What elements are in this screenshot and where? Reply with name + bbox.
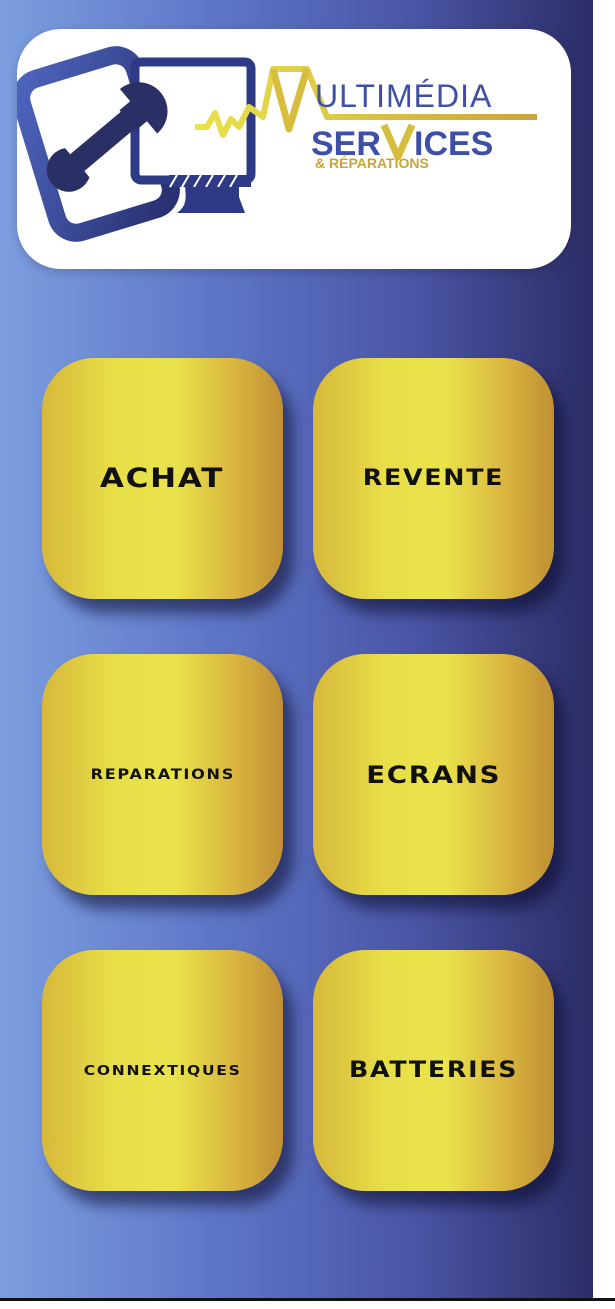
menu-tile-reparations[interactable]: REPARATIONS xyxy=(42,654,283,895)
logo-text-line3: & RÉPARATIONS xyxy=(315,155,429,171)
menu-tile-label: CONNEXTIQUES xyxy=(83,1062,242,1079)
logo-v-mark xyxy=(380,123,416,161)
menu-tile-label: ECRANS xyxy=(365,760,502,789)
main-panel: ULTIMÉDIA SER ICES & RÉPARATIONS ACHAT R… xyxy=(0,0,593,1300)
menu-tile-revente[interactable]: REVENTE xyxy=(313,358,554,599)
menu-tile-label: BATTERIES xyxy=(348,1058,519,1083)
menu-tile-label: REPARATIONS xyxy=(90,766,235,783)
company-logo: ULTIMÉDIA SER ICES & RÉPARATIONS xyxy=(17,46,537,242)
bottom-divider xyxy=(0,1298,615,1309)
menu-tile-batteries[interactable]: BATTERIES xyxy=(313,950,554,1191)
menu-tile-label: ACHAT xyxy=(100,463,225,494)
menu-tile-label: REVENTE xyxy=(362,466,505,491)
menu-tile-connextiques[interactable]: CONNEXTIQUES xyxy=(42,950,283,1191)
logo-card: ULTIMÉDIA SER ICES & RÉPARATIONS xyxy=(17,29,571,269)
menu-tile-ecrans[interactable]: ECRANS xyxy=(313,654,554,895)
logo-text-line1: ULTIMÉDIA xyxy=(315,78,492,114)
menu-tile-achat[interactable]: ACHAT xyxy=(42,358,283,599)
